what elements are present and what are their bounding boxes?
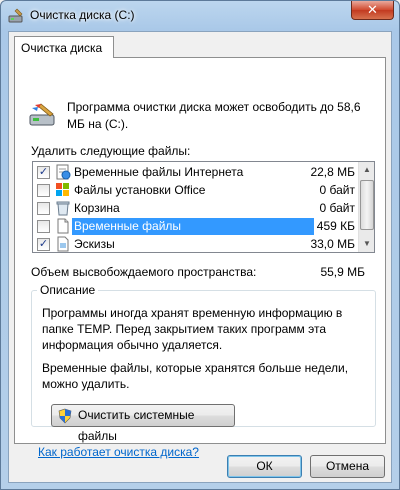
temp-files-icon — [57, 218, 69, 234]
list-item[interactable]: ✓ Временные файлы Интернета 22,8 МБ — [33, 163, 359, 181]
description-text: Программы иногда хранят временную информ… — [42, 306, 343, 352]
list-item-size: 0 байт — [319, 183, 355, 197]
disk-cleanup-icon — [8, 8, 23, 23]
freed-space-value: 55,9 МБ — [320, 265, 365, 279]
files-label: Удалить следующие файлы: — [31, 144, 191, 158]
clean-system-files-label: Очистить системные файлы — [78, 408, 195, 443]
window-title: Очистка диска (C:) — [30, 8, 135, 22]
scroll-up-icon[interactable]: ▲ — [359, 162, 374, 178]
help-link[interactable]: Как работает очистка диска? — [38, 445, 199, 459]
checkbox[interactable]: ✓ — [37, 166, 50, 179]
checkbox[interactable] — [37, 220, 50, 233]
description-text-2: Временные файлы, которые хранятся больше… — [42, 361, 349, 391]
scroll-down-icon[interactable]: ▼ — [359, 236, 374, 252]
list-item-size: 0 байт — [319, 201, 355, 215]
checkbox[interactable]: ✓ — [37, 238, 50, 251]
list-item-name: Временные файлы Интернета — [74, 165, 244, 179]
close-button[interactable]: ✕ — [351, 1, 394, 20]
disk-cleanup-drive-icon — [29, 103, 55, 126]
tab-panel: Программа очистки диска может освободить… — [14, 57, 386, 459]
intro-text: Программа очистки диска может освободить… — [67, 100, 361, 131]
list-item[interactable]: Корзина 0 байт — [33, 199, 359, 217]
ok-button[interactable]: ОК — [227, 455, 302, 478]
list-item-name: Временные файлы — [72, 218, 314, 235]
list-item[interactable]: Файлы установки Office 0 байт — [33, 181, 359, 199]
dialog-client-area: Очистка диска Программа очистки диска мо… — [8, 31, 392, 483]
office-setup-icon — [56, 183, 69, 196]
files-listbox[interactable]: ✓ Временные файлы Интернета 22,8 МБ Файл… — [32, 161, 375, 253]
list-item-name: Корзина — [74, 201, 120, 215]
clean-system-files-button[interactable]: Очистить системные файлы — [51, 404, 235, 443]
list-item-size: 459 КБ — [316, 219, 355, 233]
list-item[interactable]: ✓ Эскизы 33,0 МБ — [33, 235, 359, 252]
checkbox[interactable] — [37, 184, 50, 197]
close-icon: ✕ — [367, 2, 378, 17]
disk-cleanup-window: Очистка диска (C:) ✕ Очистка диска Прогр… — [0, 0, 400, 490]
uac-shield-icon — [58, 408, 72, 424]
cancel-button[interactable]: Отмена — [310, 455, 385, 478]
list-item-size: 33,0 МБ — [310, 237, 355, 251]
title-bar[interactable]: Очистка диска (C:) ✕ — [1, 1, 399, 31]
description-title: Описание — [37, 283, 99, 297]
list-item-name: Эскизы — [74, 237, 115, 251]
scroll-thumb[interactable] — [360, 180, 374, 230]
list-item-name: Файлы установки Office — [74, 183, 206, 197]
freed-space-label: Объем высвобождаемого пространства: — [31, 265, 257, 279]
list-item-size: 22,8 МБ — [310, 165, 355, 179]
list-scrollbar[interactable]: ▲ ▼ — [358, 162, 374, 252]
tab-disk-cleanup[interactable]: Очистка диска — [14, 36, 114, 58]
tab-label: Очистка диска — [21, 41, 103, 55]
checkbox[interactable] — [37, 202, 50, 215]
thumbnails-icon — [57, 236, 69, 252]
list-item-selected[interactable]: Временные файлы 459 КБ — [33, 217, 359, 235]
internet-files-icon — [56, 164, 71, 180]
recycle-bin-icon — [56, 201, 70, 216]
